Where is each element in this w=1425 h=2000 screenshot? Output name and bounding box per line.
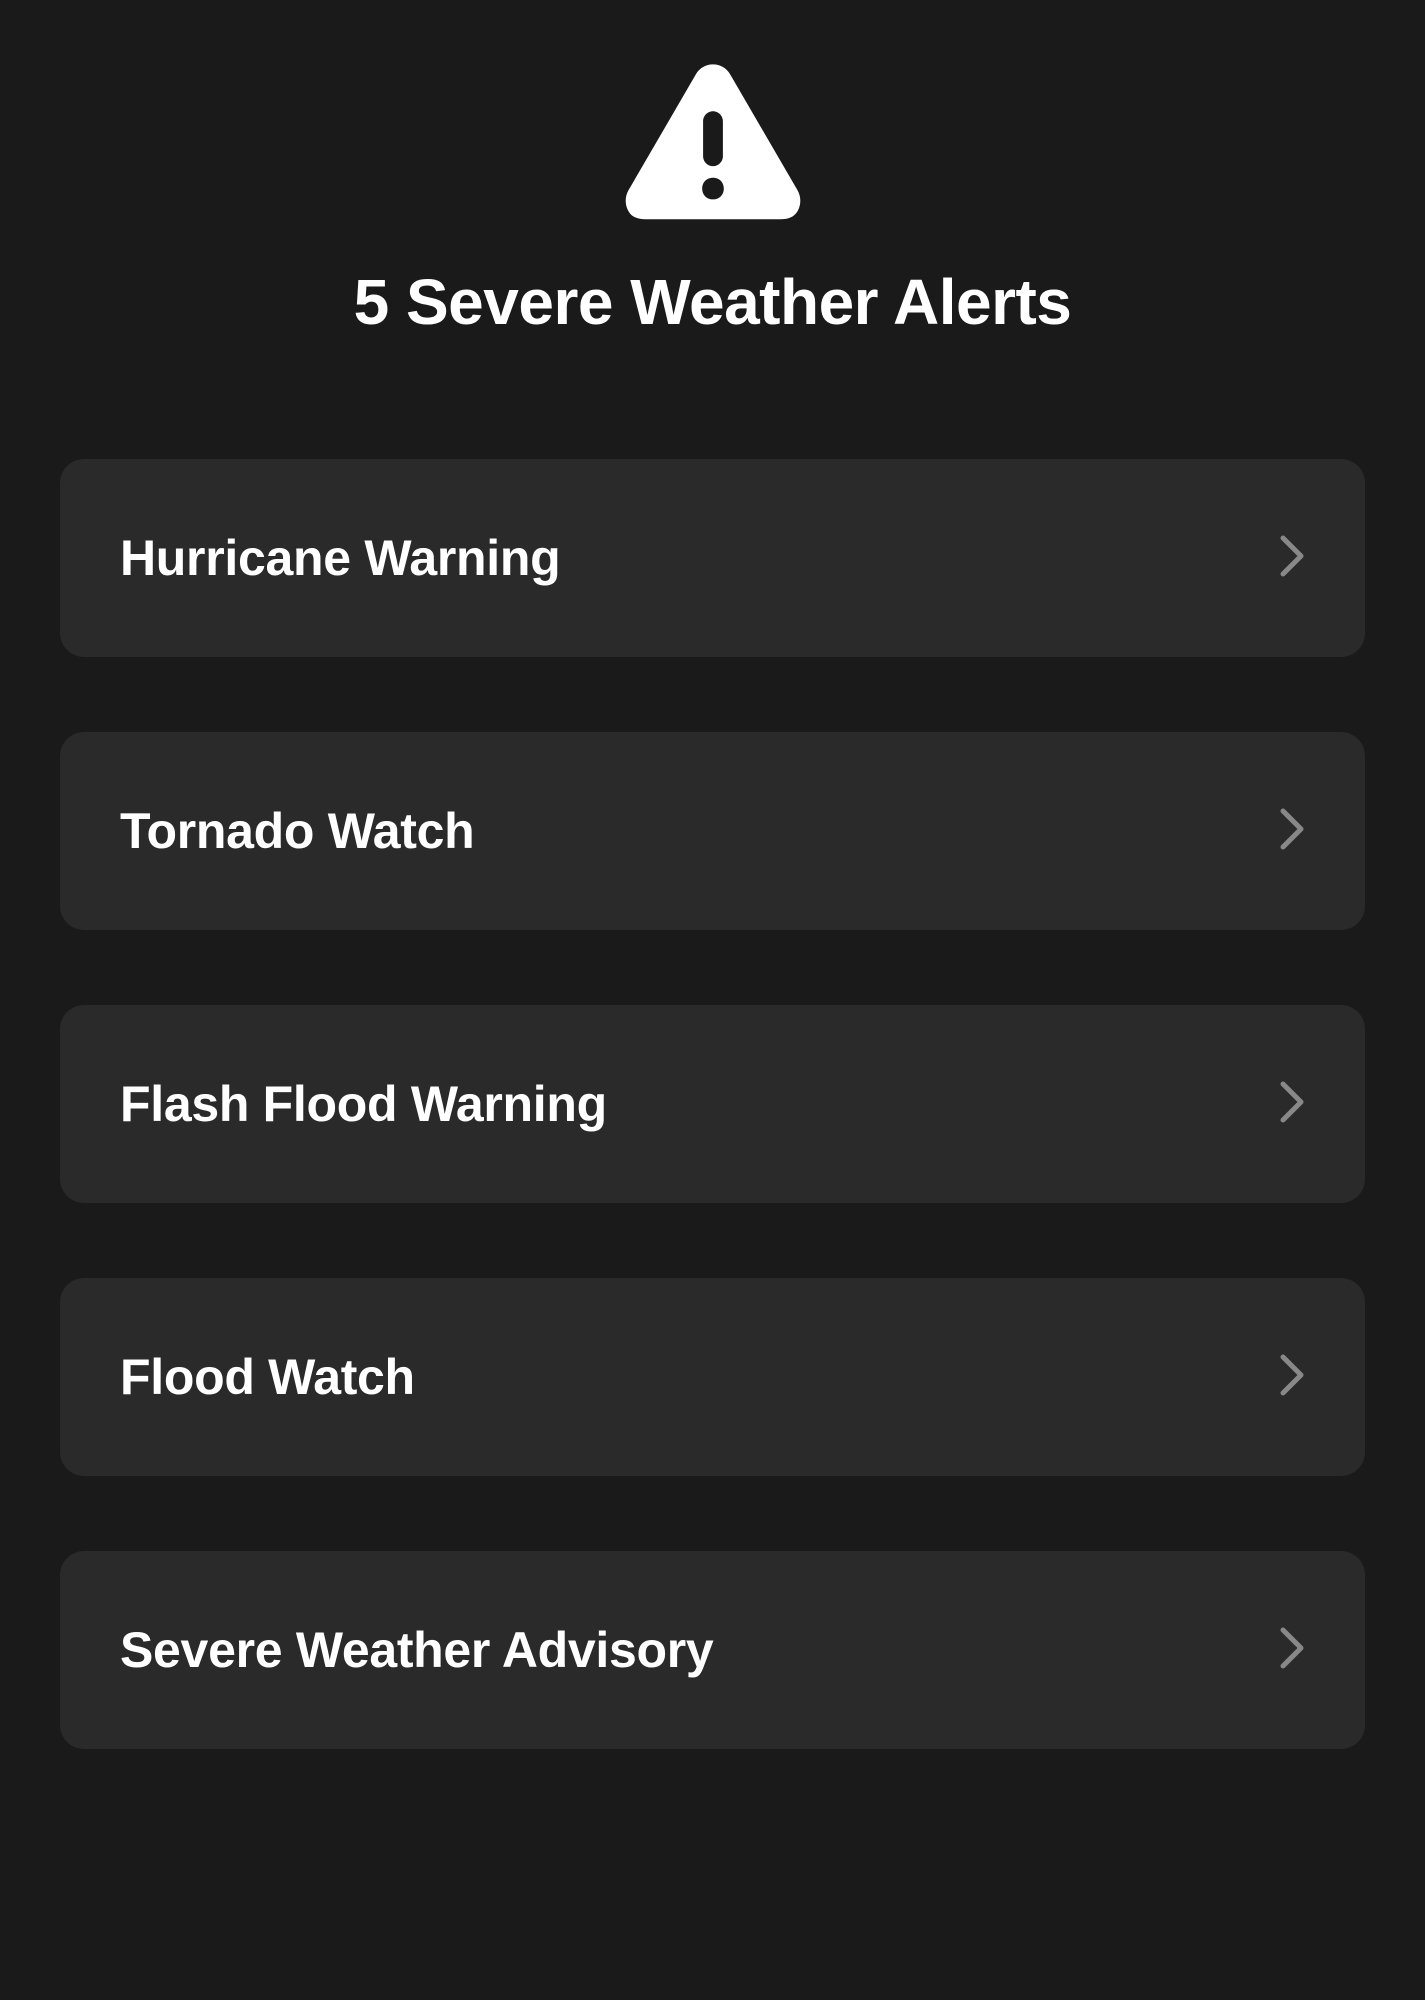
alerts-header: 5 Severe Weather Alerts [60,60,1365,339]
alert-label: Severe Weather Advisory [120,1621,713,1679]
alert-label: Flood Watch [120,1348,415,1406]
alert-item-tornado-watch[interactable]: Tornado Watch [60,732,1365,930]
page-title: 5 Severe Weather Alerts [354,265,1072,339]
alert-item-flood-watch[interactable]: Flood Watch [60,1278,1365,1476]
chevron-right-icon [1279,1080,1305,1129]
alert-label: Tornado Watch [120,802,474,860]
chevron-right-icon [1279,807,1305,856]
alert-item-severe-weather-advisory[interactable]: Severe Weather Advisory [60,1551,1365,1749]
warning-icon [623,60,803,225]
alert-label: Flash Flood Warning [120,1075,607,1133]
alert-item-hurricane-warning[interactable]: Hurricane Warning [60,459,1365,657]
chevron-right-icon [1279,1626,1305,1675]
alert-item-flash-flood-warning[interactable]: Flash Flood Warning [60,1005,1365,1203]
chevron-right-icon [1279,534,1305,583]
alert-label: Hurricane Warning [120,529,560,587]
chevron-right-icon [1279,1353,1305,1402]
alerts-list: Hurricane Warning Tornado Watch Flash Fl… [60,459,1365,1749]
